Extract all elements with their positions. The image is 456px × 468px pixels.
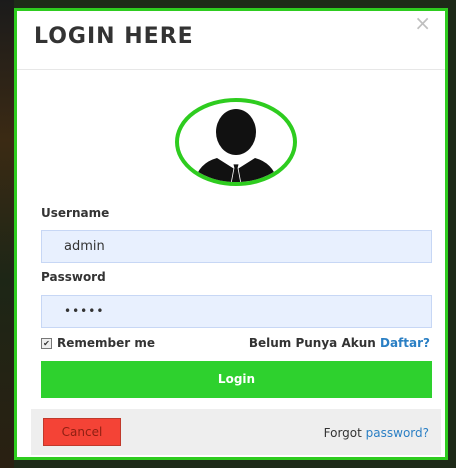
password-label: Password (41, 270, 106, 284)
forgot-password-link[interactable]: password? (366, 426, 429, 440)
signup-link[interactable]: Daftar? (380, 336, 430, 350)
remember-checkbox[interactable]: ✔ (41, 337, 52, 349)
modal-header: LOGIN HERE × (17, 11, 445, 70)
signup-text: Belum Punya Akun (248, 336, 376, 350)
modal-footer: Cancel Forgot password? (31, 409, 441, 455)
forgot-password: Forgot password? (324, 426, 429, 440)
username-input[interactable]: admin (41, 230, 432, 263)
forgot-text: Forgot (323, 426, 362, 440)
user-avatar-icon (175, 98, 297, 186)
remember-me[interactable]: ✔ Remember me (41, 336, 155, 350)
cancel-button[interactable]: Cancel (43, 418, 121, 446)
page-backdrop (0, 0, 14, 468)
password-input[interactable]: ••••• (41, 295, 432, 328)
login-modal: LOGIN HERE × Username admin Password •••… (14, 8, 448, 460)
username-label: Username (41, 206, 110, 220)
remember-label: Remember me (57, 336, 155, 350)
avatar (175, 98, 297, 186)
modal-title: LOGIN HERE (34, 24, 194, 49)
login-button[interactable]: Login (41, 361, 432, 398)
signup-prompt: Belum Punya Akun Daftar? (249, 336, 430, 350)
close-icon[interactable]: × (414, 11, 431, 35)
